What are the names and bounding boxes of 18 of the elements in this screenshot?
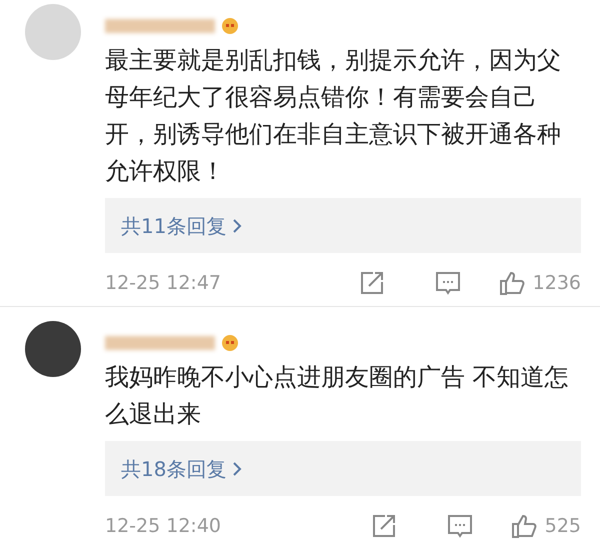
share-icon[interactable] — [358, 270, 385, 296]
like-count: 1236 — [532, 270, 581, 296]
replies-link[interactable]: 共18条回复 — [121, 454, 242, 484]
badge-icon — [221, 334, 239, 352]
comment-icon[interactable] — [446, 513, 473, 539]
badge-icon — [221, 17, 239, 35]
comment-text: 我妈昨晚不小心点进朋友圈的广告 不知道怎么退出来 — [105, 362, 570, 430]
thumbs-up-icon[interactable] — [498, 270, 525, 296]
share-icon[interactable] — [370, 513, 397, 539]
comment-time: 12-25 12:47 — [105, 270, 222, 296]
comment-icon[interactable] — [434, 270, 461, 296]
comment-text: 最主要就是别乱扣钱，别提示允许，因为父母年纪大了很容易点错你！有需要会自己开，别诱导他们在非自主意识下被开通各种允许权限！ — [105, 45, 562, 187]
chevron-icon — [232, 460, 242, 476]
comment-time: 12-25 12:40 — [105, 514, 222, 539]
replies-link[interactable]: 共11条回复 — [121, 210, 242, 240]
chevron-icon — [232, 218, 242, 234]
like-count: 525 — [544, 514, 581, 539]
thumbs-up-icon[interactable] — [510, 513, 537, 539]
